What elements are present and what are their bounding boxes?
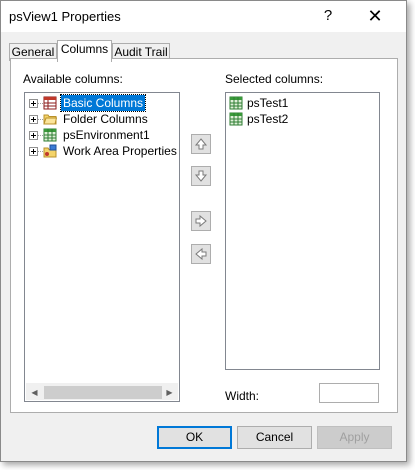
tree-item-folder-columns[interactable]: Folder Columns: [25, 111, 175, 127]
tree-item-work-area-properties[interactable]: Work Area Properties C: [25, 143, 180, 159]
window-title: psView1 Properties: [9, 9, 121, 24]
arrow-left-icon: [195, 247, 207, 261]
properties-dialog: psView1 Properties ? ✕ General Columns A…: [0, 0, 407, 462]
table-icon: [43, 96, 57, 110]
available-columns-label: Available columns:: [23, 72, 123, 86]
scroll-left-icon[interactable]: ◀: [26, 384, 43, 401]
tree-item-label: Folder Columns: [63, 112, 148, 126]
tab-columns[interactable]: Columns: [57, 40, 112, 62]
tree-item-basic-columns[interactable]: Basic Columns: [25, 94, 175, 112]
folder-icon: [43, 114, 57, 125]
list-item-label: psTest1: [247, 96, 289, 110]
apply-button[interactable]: Apply: [317, 426, 392, 449]
columns-tab-panel: Available columns: Basic Columns Folder …: [10, 58, 398, 413]
move-up-button[interactable]: [191, 134, 211, 154]
tree-item-label: Work Area Properties C: [63, 144, 180, 158]
expand-icon[interactable]: [29, 115, 38, 124]
grid-icon: [229, 112, 243, 126]
move-down-button[interactable]: [191, 166, 211, 186]
grid-icon: [43, 128, 57, 142]
arrow-down-icon: [194, 170, 208, 182]
remove-column-button[interactable]: [191, 244, 211, 264]
width-input[interactable]: [319, 383, 379, 403]
tree-item-label: psEnvironment1: [63, 128, 150, 142]
arrow-right-icon: [195, 214, 207, 228]
grid-icon: [229, 96, 243, 110]
width-label: Width:: [225, 389, 260, 403]
scroll-thumb[interactable]: [44, 386, 162, 399]
horizontal-scrollbar[interactable]: ◀ ▶: [26, 383, 178, 400]
expand-icon[interactable]: [29, 99, 38, 108]
list-item-label: psTest2: [247, 112, 289, 126]
work-area-icon: [43, 144, 57, 158]
available-columns-tree[interactable]: Basic Columns Folder Columns psEnvironme…: [24, 92, 180, 402]
arrow-up-icon: [194, 138, 208, 150]
tree-item-label: Basic Columns: [59, 94, 147, 112]
cancel-button[interactable]: Cancel: [237, 426, 312, 449]
selected-columns-list[interactable]: psTest1 psTest2: [225, 92, 380, 370]
selected-columns-label: Selected columns:: [225, 72, 324, 86]
expand-icon[interactable]: [29, 147, 38, 156]
help-button[interactable]: ?: [317, 5, 339, 27]
tree-item-psenvironment1[interactable]: psEnvironment1: [25, 127, 175, 143]
title-bar: psView1 Properties ? ✕: [1, 1, 406, 32]
expand-icon[interactable]: [29, 131, 38, 140]
add-column-button[interactable]: [191, 211, 211, 231]
scroll-right-icon[interactable]: ▶: [161, 384, 178, 401]
close-button[interactable]: ✕: [363, 5, 387, 27]
ok-button[interactable]: OK: [157, 426, 232, 449]
